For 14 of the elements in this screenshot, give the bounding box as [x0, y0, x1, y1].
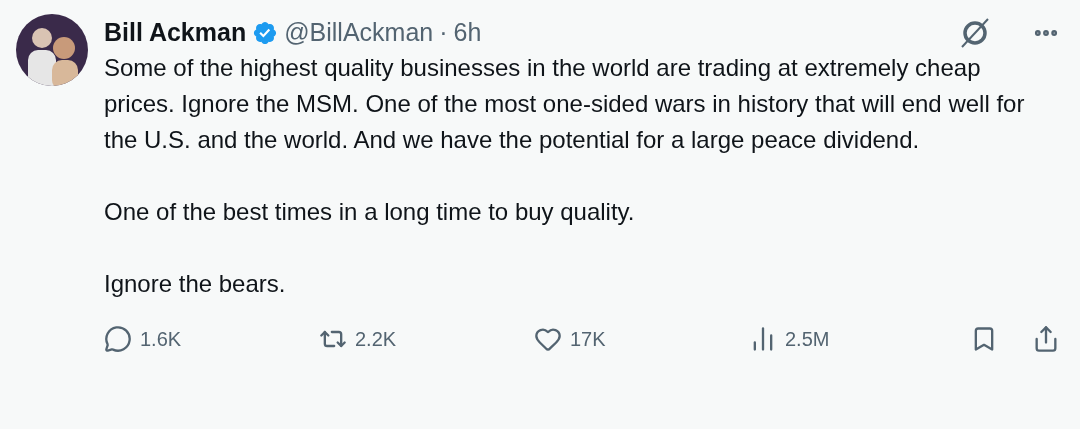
- views-button[interactable]: 2.5M: [749, 324, 964, 354]
- repost-button[interactable]: 2.2K: [319, 324, 534, 354]
- post-text: Ignore the bears.: [104, 269, 287, 299]
- like-button[interactable]: 17K: [534, 324, 749, 354]
- reply-icon: [104, 325, 132, 353]
- heart-icon: [534, 325, 562, 353]
- author-name[interactable]: Bill Ackman: [104, 14, 247, 52]
- reply-button[interactable]: 1.6K: [104, 324, 319, 354]
- post-text: One of the best times in a long time to buy quality.: [104, 197, 636, 227]
- author-handle[interactable]: @BillAckman: [284, 14, 434, 52]
- separator-dot: ·: [439, 17, 448, 49]
- slashed-circle-icon[interactable]: [958, 16, 992, 50]
- post-time[interactable]: 6h: [453, 14, 482, 52]
- post-text: Some of the highest quality businesses in the world are trading at extremely cheap prices. Ignore the MSM. One of the most one-sided wars in history that will end well for the U.S. and the world. And we have the potential for a large peace dividend.: [104, 53, 1026, 155]
